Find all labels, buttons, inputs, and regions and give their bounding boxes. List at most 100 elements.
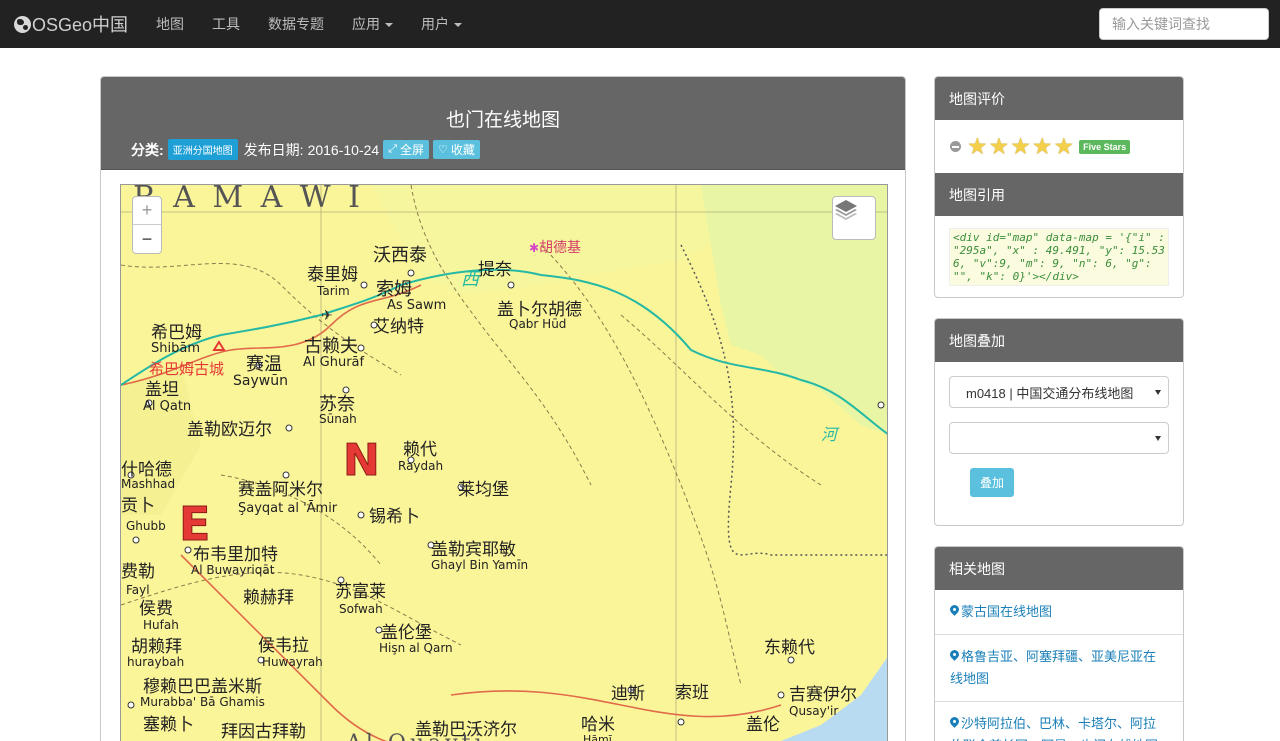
nav-item-tools[interactable]: 工具 xyxy=(198,0,254,48)
map-meta: 分类: 亚洲分国地图 发布日期: 2016-10-24 ⤢ 全屏 ♡ 收藏 xyxy=(131,139,480,160)
rating-panel: 地图评价 ★ ★ ★ ★ ★ Five Stars 地图引用 <div id="… xyxy=(934,76,1184,298)
map-label: Raydah xyxy=(398,459,443,473)
category-label: 分类: xyxy=(131,141,164,158)
fullscreen-icon: ⤢ xyxy=(388,143,397,155)
map-label: 希巴姆古城 xyxy=(149,360,224,378)
map-panel-header: 也门在线地图 分类: 亚洲分国地图 发布日期: 2016-10-24 ⤢ 全屏 ♡… xyxy=(101,77,905,170)
map-label: 希巴姆 xyxy=(151,323,202,343)
related-map-link[interactable]: 格鲁吉亚、阿塞拜疆、亚美尼亚在线地图 xyxy=(950,649,1156,686)
main-nav: 地图 工具 数据专题 应用 用户 xyxy=(142,0,476,48)
map-label: 侯韦拉 xyxy=(258,636,309,656)
related-map-item[interactable]: 格鲁吉亚、阿塞拜疆、亚美尼亚在线地图 xyxy=(935,635,1183,702)
fullscreen-button[interactable]: ⤢ 全屏 xyxy=(383,140,430,159)
map-label: E xyxy=(179,497,210,551)
map-label: 沃西泰 xyxy=(373,245,427,266)
star-icon[interactable]: ★ xyxy=(1032,135,1053,158)
map-canvas[interactable]: ✈ ✱ R A M A W I 沃西泰 胡德基 泰里姆 Tarim 索姆 As Sawm 提奈… xyxy=(120,184,888,741)
star-icon[interactable]: ★ xyxy=(967,135,988,158)
map-label: N xyxy=(343,435,380,486)
map-label: Al Buwayriqāt xyxy=(191,563,275,577)
caret-down-icon xyxy=(1155,390,1161,395)
related-map-link[interactable]: 沙特阿拉伯、巴林、卡塔尔、阿拉伯联合酋长国、阿曼、也门在线地图 xyxy=(950,716,1158,741)
map-label: 哈米 xyxy=(581,715,615,735)
flower-icon: ✱ xyxy=(529,241,539,255)
overlay-select-secondary[interactable] xyxy=(949,422,1169,454)
zoom-out-button[interactable]: − xyxy=(133,225,161,253)
brand-name: OSGeo中国 xyxy=(32,15,129,35)
brand-logo[interactable]: OSGeo中国 xyxy=(14,0,128,48)
map-label: Tarim xyxy=(316,284,350,298)
map-label: Hişn al Qarn xyxy=(379,641,453,655)
layers-button[interactable] xyxy=(832,196,876,240)
map-label: 贡卜 xyxy=(121,496,155,516)
zoom-in-button[interactable]: + xyxy=(133,197,161,225)
map-label: 胡德基 xyxy=(539,239,581,256)
map-label: 赖代 xyxy=(403,440,437,460)
map-label: 艾纳特 xyxy=(373,317,424,337)
overlay-button[interactable]: 叠加 xyxy=(970,468,1014,497)
favorite-button[interactable]: ♡ 收藏 xyxy=(433,140,480,159)
related-map-link[interactable]: 蒙古国在线地图 xyxy=(961,604,1052,619)
star-icon[interactable]: ★ xyxy=(1054,135,1075,158)
related-map-item[interactable]: 沙特阿拉伯、巴林、卡塔尔、阿拉伯联合酋长国、阿曼、也门在线地图 xyxy=(935,702,1183,741)
map-marker-icon xyxy=(950,605,959,617)
map-label: 古赖夫 xyxy=(304,336,358,357)
page-title: 也门在线地图 xyxy=(445,110,560,131)
map-label: Sūnah xyxy=(319,412,357,426)
map-label: 吉赛伊尔 xyxy=(789,684,857,705)
map-label: 费勒 xyxy=(121,562,155,582)
map-label: Sofwah xyxy=(339,602,383,616)
caret-down-icon xyxy=(454,22,463,27)
heart-icon: ♡ xyxy=(438,144,448,156)
map-label: Qabr Hūd xyxy=(509,317,566,331)
map-label: Ghayl Bin Yamīn xyxy=(431,558,528,572)
caret-down-icon xyxy=(1155,436,1161,441)
nav-item-label: 工具 xyxy=(212,16,241,32)
map-label: Murabba' Bā Ghamis xyxy=(140,695,265,709)
map-label: 盖坦 xyxy=(145,380,179,400)
star-icon[interactable]: ★ xyxy=(1010,135,1031,158)
map-label: Al Quayti xyxy=(345,731,486,741)
map-label: 索班 xyxy=(675,683,709,703)
category-badge[interactable]: 亚洲分国地图 xyxy=(167,139,238,160)
search-input[interactable] xyxy=(1099,8,1269,40)
related-maps-title: 相关地图 xyxy=(935,547,1183,590)
star-rating: ★ ★ ★ ★ ★ Five Stars xyxy=(935,120,1183,173)
nav-item-data-topics[interactable]: 数据专题 xyxy=(254,0,338,48)
map-label: 莱均堡 xyxy=(458,480,509,500)
fullscreen-label: 全屏 xyxy=(400,143,425,157)
map-label: Ghubb xyxy=(126,519,166,533)
nav-item-user[interactable]: 用户 xyxy=(407,0,476,48)
map-label: Huwayrah xyxy=(262,655,323,669)
overlay-panel: 地图叠加 m0418 | 中国交通分布线地图 叠加 xyxy=(934,318,1184,526)
map-image[interactable]: ✈ ✱ R A M A W I 沃西泰 胡德基泰里姆Tarim 索姆As Sawm 提奈… xyxy=(121,185,888,741)
map-label: Hufah xyxy=(143,618,179,632)
map-label: 侯费 xyxy=(139,599,173,619)
map-marker-icon xyxy=(950,717,959,729)
map-label: 拜因古拜勒 xyxy=(221,722,306,741)
map-marker-icon xyxy=(950,650,959,662)
related-map-item[interactable]: 蒙古国在线地图 xyxy=(935,590,1183,635)
map-label: 西 xyxy=(461,269,482,290)
minus-circle-icon[interactable] xyxy=(950,141,961,152)
favorite-label: 收藏 xyxy=(450,143,475,157)
map-label: Fayl xyxy=(126,583,150,597)
rating-badge: Five Stars xyxy=(1079,139,1131,154)
nav-item-label: 应用 xyxy=(352,16,381,32)
overlay-select-primary[interactable]: m0418 | 中国交通分布线地图 xyxy=(949,376,1169,408)
map-label: 赛温 xyxy=(246,354,282,375)
map-label: Al Ghurāf xyxy=(303,355,365,370)
map-label: Al Qatn xyxy=(143,399,191,414)
airport-icon: ✈ xyxy=(321,308,333,324)
nav-item-apps[interactable]: 应用 xyxy=(338,0,407,48)
globe-icon xyxy=(14,15,31,33)
map-label: Ḥāmī xyxy=(583,733,613,741)
map-label: 盖勒欧迈尔 xyxy=(187,420,272,440)
nav-item-map[interactable]: 地图 xyxy=(142,0,198,48)
star-icon[interactable]: ★ xyxy=(989,135,1010,158)
map-label: 迪斯 xyxy=(611,684,645,704)
rating-panel-title: 地图评价 xyxy=(935,77,1183,120)
map-label: Saywūn xyxy=(233,373,288,389)
map-label: 盖勒宾耶敏 xyxy=(431,540,516,560)
embed-code[interactable]: <div id="map" data-map = '{"i" : "295a",… xyxy=(949,228,1169,286)
